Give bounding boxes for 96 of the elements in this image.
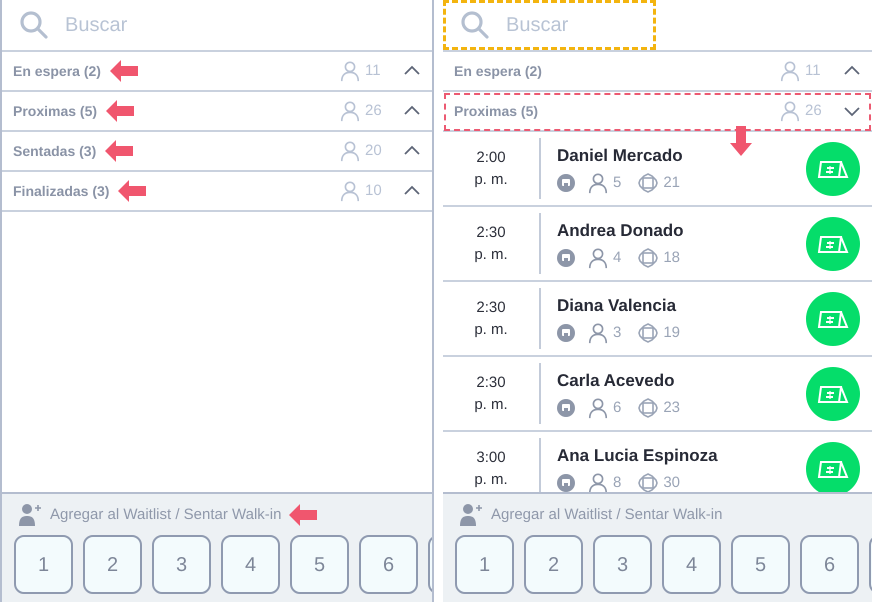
guest-count: 10 bbox=[365, 180, 383, 201]
person-icon bbox=[587, 472, 609, 492]
badge-icon bbox=[557, 174, 575, 192]
guest-name: Diana Valencia bbox=[557, 294, 678, 316]
number-key[interactable]: 1 bbox=[14, 535, 73, 594]
table-number: 18 bbox=[663, 248, 680, 268]
section-title: Proximas (5) bbox=[454, 102, 538, 121]
person-icon bbox=[779, 60, 801, 82]
time-text: 2:00 bbox=[476, 148, 506, 168]
time-text: p. m. bbox=[474, 170, 508, 190]
chevron-up-icon[interactable] bbox=[403, 65, 421, 77]
guest-name: Carla Acevedo bbox=[557, 370, 676, 392]
section-header[interactable]: Finalizadas (3) 10 bbox=[2, 172, 432, 212]
badge-icon bbox=[557, 399, 575, 418]
search-field[interactable]: Buscar bbox=[65, 10, 185, 40]
guest-count: 26 bbox=[805, 100, 823, 121]
section-header[interactable]: En espera (2) 11 bbox=[2, 52, 432, 92]
number-key[interactable]: 5 bbox=[731, 535, 790, 594]
number-key[interactable]: 4 bbox=[221, 535, 280, 594]
person-icon bbox=[339, 60, 361, 82]
badge-icon bbox=[557, 249, 575, 268]
person-icon bbox=[587, 397, 609, 420]
number-key[interactable]: 6 bbox=[800, 535, 859, 594]
section-header[interactable]: Proximas (5) 26 bbox=[443, 92, 872, 132]
person-icon bbox=[339, 140, 361, 162]
walk-in-label[interactable]: Agregar al Waitlist / Sentar Walk-in bbox=[491, 504, 722, 526]
table-icon bbox=[637, 322, 660, 344]
annotation-arrow-icon bbox=[118, 180, 146, 202]
walk-in-label[interactable]: Agregar al Waitlist / Sentar Walk-in bbox=[50, 504, 282, 526]
number-key[interactable]: 3 bbox=[152, 535, 211, 594]
annotation-arrow-icon bbox=[106, 100, 134, 122]
section-header[interactable]: Sentadas (3) 20 bbox=[2, 132, 432, 172]
guest-count: 20 bbox=[365, 140, 383, 161]
guest-name: Daniel Mercado bbox=[557, 144, 684, 166]
time-text: 2:30 bbox=[476, 222, 506, 242]
section-title: Finalizadas (3) bbox=[13, 182, 110, 201]
guest-name: Andrea Donado bbox=[557, 220, 685, 242]
person-icon bbox=[587, 247, 609, 270]
person-icon bbox=[339, 180, 361, 202]
chevron-up-icon[interactable] bbox=[403, 185, 421, 197]
section-title: En espera (2) bbox=[454, 62, 542, 81]
section-header[interactable]: En espera (2) 11 bbox=[443, 52, 872, 92]
number-key[interactable]: 3 bbox=[593, 535, 652, 594]
add-person-icon bbox=[18, 504, 42, 526]
time-text: 2:30 bbox=[476, 372, 506, 392]
search-icon bbox=[19, 10, 49, 40]
table-icon bbox=[637, 472, 660, 492]
chevron-up-icon[interactable] bbox=[403, 105, 421, 117]
section-title: Proximas (5) bbox=[13, 102, 98, 121]
badge-icon bbox=[557, 324, 575, 342]
chevron-down-icon[interactable] bbox=[843, 105, 861, 117]
table-number: 23 bbox=[663, 398, 680, 418]
table-icon bbox=[637, 397, 660, 420]
annotation-arrow-icon bbox=[289, 504, 318, 526]
time-text: 2:30 bbox=[476, 298, 506, 318]
time-text: p. m. bbox=[474, 394, 508, 414]
time-text: p. m. bbox=[474, 320, 508, 340]
badge-icon bbox=[557, 474, 575, 492]
search-icon bbox=[460, 10, 490, 40]
annotation-arrow-icon bbox=[110, 60, 138, 82]
table-icon bbox=[637, 172, 660, 194]
search-field[interactable]: Buscar bbox=[506, 10, 626, 40]
person-icon bbox=[779, 100, 801, 122]
annotation-arrow-icon bbox=[730, 126, 752, 156]
section-title: Sentadas (3) bbox=[13, 142, 96, 161]
number-key[interactable]: 1 bbox=[455, 535, 514, 594]
chevron-up-icon[interactable] bbox=[843, 65, 861, 77]
guest-count: 11 bbox=[365, 60, 382, 81]
annotation-arrow-icon bbox=[105, 140, 134, 162]
guest-count: 11 bbox=[805, 60, 822, 81]
table-icon bbox=[637, 247, 660, 270]
number-key[interactable]: 2 bbox=[83, 535, 142, 594]
table-number: 30 bbox=[663, 473, 680, 492]
person-icon bbox=[587, 322, 609, 344]
person-icon bbox=[587, 172, 609, 194]
number-key[interactable]: 4 bbox=[662, 535, 721, 594]
guest-count: 26 bbox=[365, 100, 383, 121]
party-size: 6 bbox=[613, 398, 622, 418]
time-text: p. m. bbox=[474, 244, 508, 264]
chevron-up-icon[interactable] bbox=[403, 145, 421, 157]
time-text: 3:00 bbox=[476, 448, 506, 468]
number-key[interactable]: 6 bbox=[359, 535, 418, 594]
guest-name: Ana Lucia Espinoza bbox=[557, 444, 719, 466]
party-size: 5 bbox=[613, 173, 622, 193]
party-size: 4 bbox=[613, 248, 622, 268]
time-text: p. m. bbox=[474, 470, 508, 490]
person-icon bbox=[339, 100, 361, 122]
section-header[interactable]: Proximas (5) 26 bbox=[2, 92, 432, 132]
table-number: 21 bbox=[663, 173, 680, 193]
number-key[interactable]: 5 bbox=[290, 535, 349, 594]
party-size: 8 bbox=[613, 473, 622, 492]
number-key[interactable]: 2 bbox=[524, 535, 583, 594]
section-title: En espera (2) bbox=[13, 62, 101, 81]
table-number: 19 bbox=[663, 323, 680, 343]
party-size: 3 bbox=[613, 323, 622, 343]
add-person-icon bbox=[459, 504, 483, 526]
